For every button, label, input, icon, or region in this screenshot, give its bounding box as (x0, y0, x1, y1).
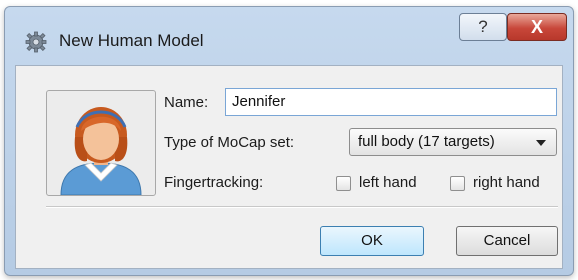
mocap-type-select[interactable]: full body (17 targets) (349, 128, 557, 156)
chevron-down-icon (536, 140, 546, 146)
avatar[interactable] (46, 90, 156, 196)
name-input[interactable]: Jennifer (225, 88, 557, 116)
gear-icon (25, 31, 47, 53)
window-title: New Human Model (59, 31, 204, 50)
mocap-type-selected-value: full body (17 targets) (358, 133, 495, 150)
cancel-button[interactable]: Cancel (456, 226, 558, 256)
separator (46, 206, 558, 208)
title-bar[interactable]: New Human Model ? X (5, 7, 573, 59)
help-button[interactable]: ? (459, 13, 507, 41)
right-hand-checkbox[interactable] (450, 176, 465, 191)
right-hand-label[interactable]: right hand (473, 174, 540, 191)
left-hand-label[interactable]: left hand (359, 174, 417, 191)
name-label: Name: (164, 94, 209, 111)
fingertracking-label: Fingertracking: (164, 174, 264, 191)
ok-button[interactable]: OK (320, 226, 424, 256)
female-avatar-icon (60, 107, 142, 196)
left-hand-checkbox[interactable] (336, 176, 351, 191)
dialog-body: Name: Jennifer Type of MoCap set: full b… (15, 65, 563, 269)
dialog-window: New Human Model ? X Name: Jennifer Type … (4, 6, 574, 276)
close-button[interactable]: X (507, 13, 567, 41)
mocap-type-label: Type of MoCap set: (164, 134, 295, 151)
